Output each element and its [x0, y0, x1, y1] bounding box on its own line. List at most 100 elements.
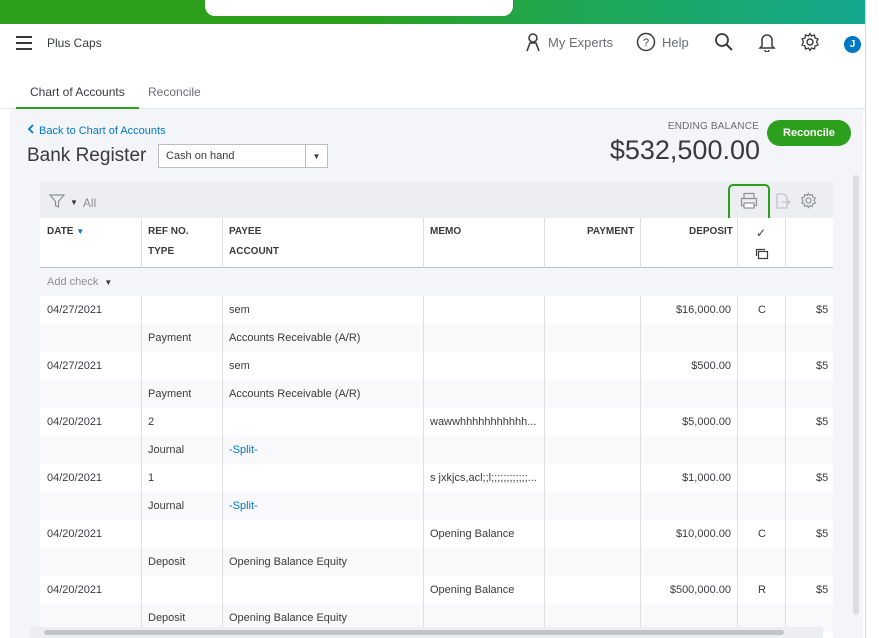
filter-icon	[48, 193, 66, 212]
col-check-header[interactable]: ✓	[756, 226, 766, 240]
bell-icon	[758, 32, 776, 52]
cell-account: Accounts Receivable (A/R)	[229, 332, 361, 344]
cell-memo: wawwhhhhhhhhhhh...	[430, 416, 537, 428]
menu-icon[interactable]	[16, 36, 32, 50]
cell-account: Opening Balance Equity	[229, 612, 348, 624]
cell-deposit: $5,000.00	[682, 416, 731, 428]
table-row[interactable]: 04/20/2021 1 Journal -Split- s jxkjcs,ac…	[40, 464, 833, 520]
cell-type: Deposit	[148, 612, 186, 624]
cell-type: Journal	[148, 500, 185, 512]
table-row[interactable]: 04/20/2021 2 Journal -Split- wawwhhhhhhh…	[40, 408, 833, 464]
split-link[interactable]: -Split-	[229, 500, 258, 512]
cell-status: C	[758, 304, 766, 316]
chevron-left-icon	[27, 124, 35, 137]
search-button[interactable]	[714, 32, 734, 52]
cell-status: C	[758, 528, 766, 540]
col-divider	[640, 296, 641, 638]
top-brand-strip	[0, 0, 865, 24]
sort-desc-icon: ▼	[76, 227, 85, 236]
add-check-label: Add check	[47, 276, 99, 288]
help-icon: ?	[636, 32, 656, 52]
back-link-label: Back to Chart of Accounts	[39, 124, 166, 137]
right-edge	[865, 0, 879, 638]
my-experts-button[interactable]: My Experts	[524, 32, 613, 52]
cell-type: Journal	[148, 444, 185, 456]
table-row[interactable]: 04/27/2021 Payment sem Accounts Receivab…	[40, 296, 833, 352]
table-row[interactable]: 04/20/2021 Deposit Opening Balance Equit…	[40, 520, 833, 576]
register-rows: 04/27/2021 Payment sem Accounts Receivab…	[40, 296, 833, 632]
cell-payee: sem	[229, 360, 250, 372]
account-select[interactable]: Cash on hand ▼	[158, 144, 328, 168]
cell-type: Payment	[148, 388, 192, 400]
cell-date: 04/20/2021	[47, 528, 103, 540]
copy-icon[interactable]	[755, 248, 769, 263]
add-check-row[interactable]: Add check ▼	[40, 268, 833, 296]
tab-reconcile[interactable]: Reconcile	[148, 85, 201, 107]
ending-balance-value: $532,500.00	[609, 135, 760, 165]
user-avatar[interactable]: J	[844, 36, 861, 53]
cell-memo: s jxkjcs,acl;;l;;;;;;;;;;;;...	[430, 472, 537, 484]
col-type-header[interactable]: TYPE	[148, 246, 174, 257]
settings-button[interactable]	[800, 32, 820, 52]
cell-account: Accounts Receivable (A/R)	[229, 388, 361, 400]
cell-status: R	[758, 584, 766, 596]
col-memo-header[interactable]: MEMO	[430, 226, 461, 237]
table-row[interactable]: 04/20/2021 Deposit Opening Balance Equit…	[40, 576, 833, 632]
reconcile-button[interactable]: Reconcile	[767, 120, 851, 146]
col-divider	[737, 296, 738, 638]
app-header: Plus Caps My Experts ? Help J	[0, 24, 865, 68]
cell-deposit: $1,000.00	[682, 472, 731, 484]
grid-settings-icon[interactable]	[800, 192, 817, 214]
notifications-button[interactable]	[758, 32, 776, 52]
my-experts-label: My Experts	[548, 34, 614, 50]
cell-memo: Opening Balance	[430, 528, 515, 540]
cell-account: Opening Balance Equity	[229, 556, 348, 568]
help-button[interactable]: ? Help	[636, 32, 689, 52]
col-date-header[interactable]: DATE ▼	[47, 226, 84, 237]
cell-payee: sem	[229, 304, 250, 316]
search-tab-area[interactable]	[205, 0, 513, 16]
cell-ref: 1	[148, 472, 155, 484]
cell-memo: Opening Balance	[430, 584, 515, 596]
vertical-scrollbar[interactable]	[852, 175, 860, 625]
gear-icon	[800, 32, 820, 52]
help-label: Help	[662, 34, 689, 50]
filter-button[interactable]: ▼ All	[48, 193, 97, 212]
tab-chart-of-accounts[interactable]: Chart of Accounts	[16, 85, 139, 110]
page-title: Bank Register	[27, 145, 147, 166]
col-divider	[423, 296, 424, 638]
scroll-thumb[interactable]	[44, 630, 784, 635]
cell-date: 04/27/2021	[47, 360, 103, 372]
cell-deposit: $10,000.00	[675, 528, 731, 540]
cell-type: Deposit	[148, 556, 186, 568]
col-divider	[785, 296, 786, 638]
cell-date: 04/20/2021	[47, 416, 103, 428]
col-payee-header[interactable]: PAYEE	[229, 226, 261, 237]
col-payment-header[interactable]: PAYMENT	[587, 226, 634, 237]
grid-toolbar: ▼ All	[40, 182, 833, 226]
table-header: DATE ▼ REF NO. TYPE PAYEE ACCOUNT MEMO P…	[40, 218, 833, 268]
filter-label: All	[82, 195, 97, 210]
register-grid: ▼ All DATE ▼ REF NO. TYPE PAYEE ACCOUNT	[40, 182, 833, 638]
cell-ref: 2	[148, 416, 155, 428]
cell-date: 04/27/2021	[47, 304, 103, 316]
col-account-header[interactable]: ACCOUNT	[229, 246, 279, 257]
cell-balance: $5	[816, 304, 829, 316]
split-link[interactable]: -Split-	[229, 444, 258, 456]
person-icon	[524, 32, 542, 52]
cell-deposit: $500,000.00	[669, 584, 731, 596]
cell-deposit: $16,000.00	[675, 304, 731, 316]
print-icon[interactable]	[740, 192, 758, 215]
col-ref-header[interactable]: REF NO.	[148, 226, 189, 237]
horizontal-scrollbar[interactable]	[30, 627, 823, 638]
scroll-thumb[interactable]	[853, 175, 859, 615]
col-deposit-header[interactable]: DEPOSIT	[689, 226, 733, 237]
cell-balance: $5	[816, 584, 829, 596]
table-row[interactable]: 04/27/2021 Payment sem Accounts Receivab…	[40, 352, 833, 408]
export-icon[interactable]	[774, 192, 792, 215]
caret-down-icon: ▼	[305, 145, 327, 167]
back-to-chart-link[interactable]: Back to Chart of Accounts	[27, 124, 166, 137]
caret-down-icon: ▼	[104, 277, 113, 287]
col-divider	[141, 296, 142, 638]
col-divider	[222, 296, 223, 638]
